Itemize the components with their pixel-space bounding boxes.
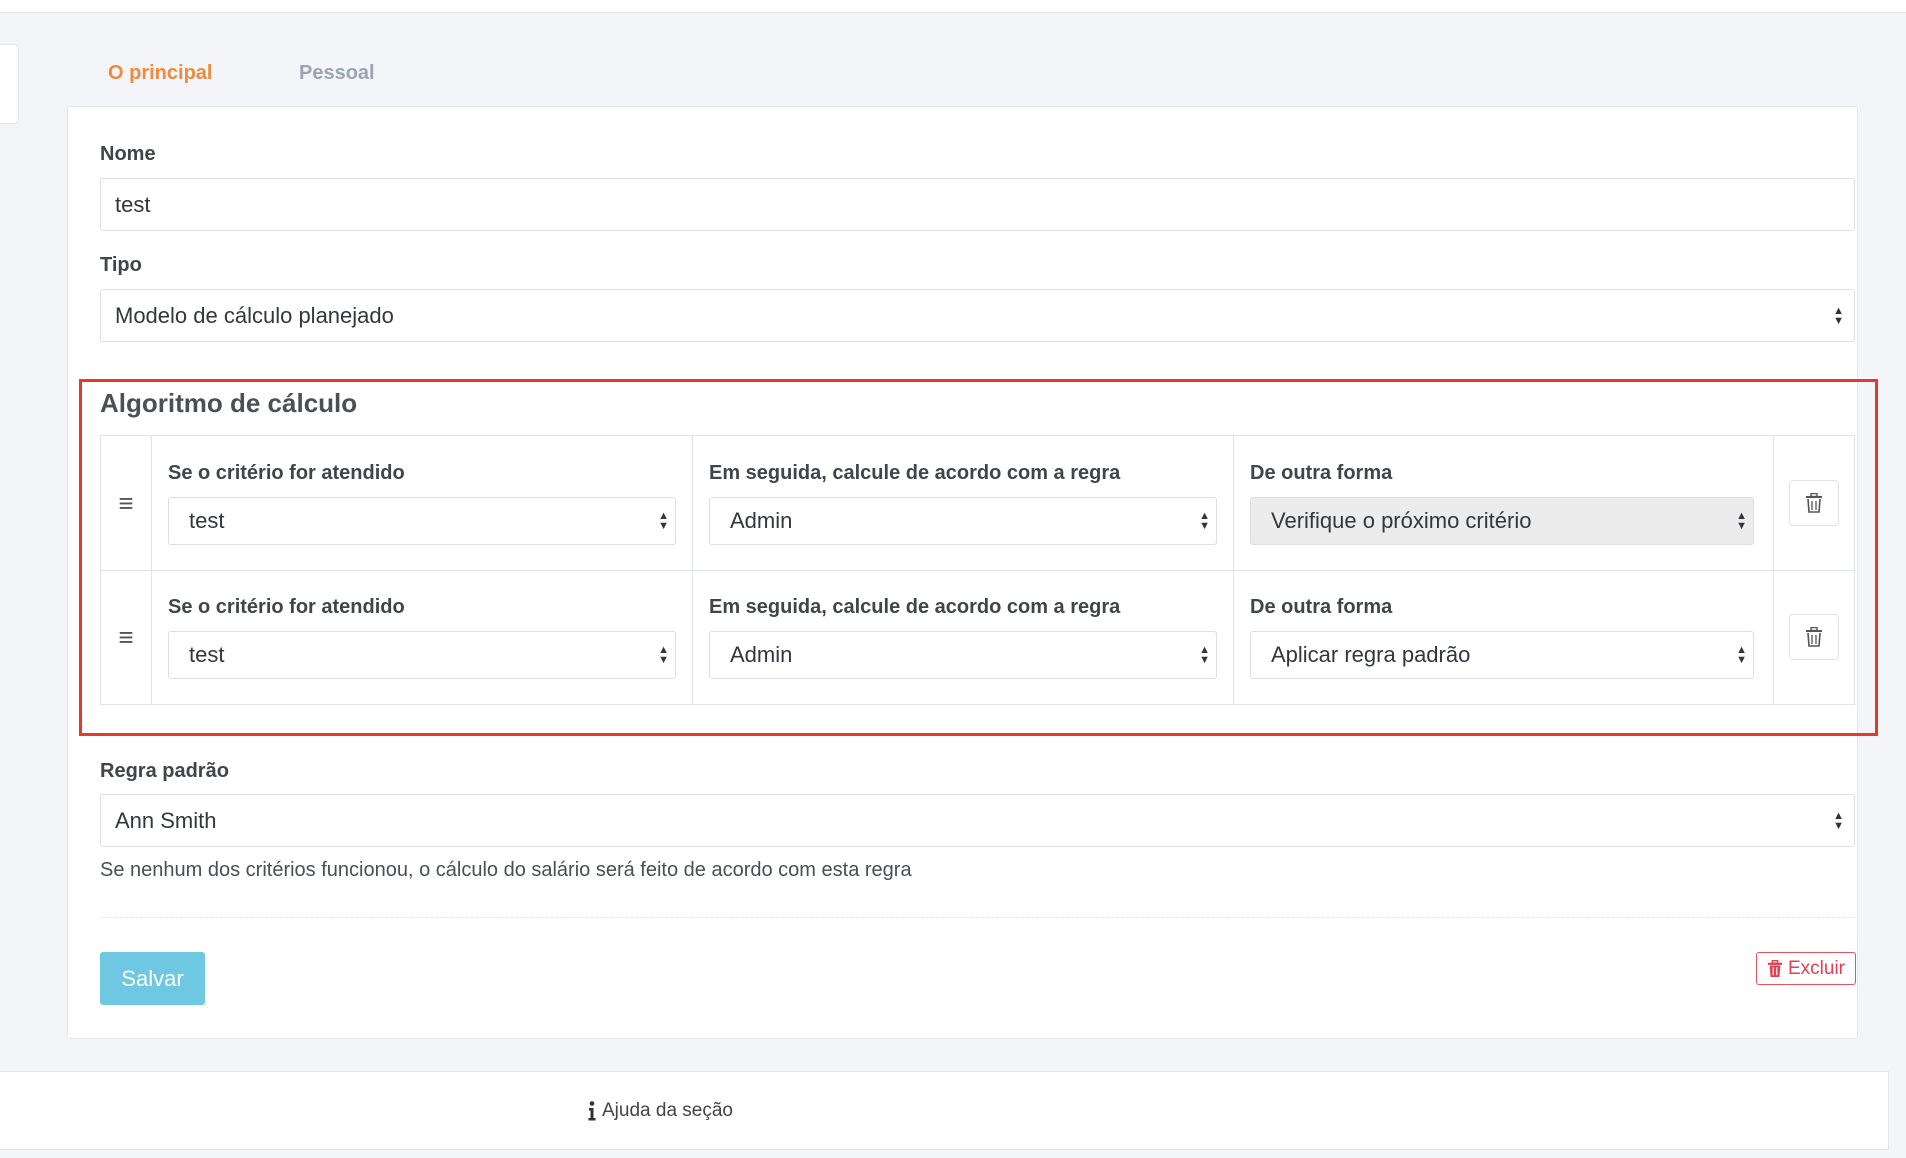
rule-cell: Em seguida, calcule de acordo com a regr… [693,570,1234,704]
criterion-cell: Se o critério for atendido test ▲ ▼ [152,436,693,570]
name-input-value: test [115,191,151,217]
algorithm-row: ≡ Se o critério for atendido test ▲ ▼ Em … [101,570,1854,704]
delete-row-button[interactable] [1789,480,1839,526]
delete-row-button[interactable] [1789,614,1839,660]
delete-button-label: Excluir [1787,957,1845,979]
side-panel-stub [0,44,19,124]
rule-cell: Em seguida, calcule de acordo com a regr… [693,436,1234,570]
select-arrows-icon: ▲ ▼ [1736,510,1747,532]
criterion-select[interactable]: test ▲ ▼ [168,631,676,679]
select-arrows-icon: ▲ ▼ [658,644,669,666]
tab-pessoal[interactable]: Pessoal [299,62,375,85]
criterion-label: Se o critério for atendido [168,596,405,618]
footer-bar: Ajuda da seção [0,1071,1889,1150]
rule-select[interactable]: Admin ▲ ▼ [709,497,1217,545]
otherwise-label: De outra forma [1250,596,1393,618]
criterion-select[interactable]: test ▲ ▼ [168,497,676,545]
default-rule-help: Se nenhum dos critérios funcionou, o cál… [100,859,912,881]
algorithm-row: ≡ Se o critério for atendido test ▲ ▼ Em … [101,436,1854,571]
rule-label: Em seguida, calcule de acordo com a regr… [709,596,1121,618]
select-arrows-icon: ▲ ▼ [1833,304,1844,327]
trash-icon [1767,959,1783,977]
algorithm-title: Algoritmo de cálculo [100,388,358,418]
rule-select[interactable]: Admin ▲ ▼ [709,631,1217,679]
section-help-label: Ajuda da seção [602,1100,733,1121]
otherwise-cell: De outra forma Verifique o próximo crité… [1234,436,1774,570]
type-select[interactable]: Modelo de cálculo planejado ▲ ▼ [100,289,1855,342]
type-select-value: Modelo de cálculo planejado [115,302,394,328]
save-button[interactable]: Salvar [100,952,205,1005]
default-rule-select[interactable]: Ann Smith ▲ ▼ [100,794,1855,847]
default-rule-value: Ann Smith [115,807,217,833]
select-arrows-icon: ▲ ▼ [658,510,669,532]
name-label: Nome [100,143,156,165]
rule-label: Em seguida, calcule de acordo com a regr… [709,462,1121,484]
top-bar [0,0,1906,13]
otherwise-select[interactable]: Aplicar regra padrão ▲ ▼ [1250,631,1754,679]
default-rule-label: Regra padrão [100,760,229,782]
delete-button[interactable]: Excluir [1756,952,1856,985]
name-input[interactable]: test [100,178,1855,231]
otherwise-select-value: Aplicar regra padrão [1271,642,1471,667]
algorithm-table: ≡ Se o critério for atendido test ▲ ▼ Em … [100,435,1855,705]
criterion-select-value: test [189,642,225,667]
otherwise-label: De outra forma [1250,462,1393,484]
drag-handle-icon[interactable]: ≡ [101,570,152,704]
criterion-cell: Se o critério for atendido test ▲ ▼ [152,570,693,704]
otherwise-select-value: Verifique o próximo critério [1271,508,1532,533]
select-arrows-icon: ▲ ▼ [1199,644,1210,666]
criterion-label: Se o critério for atendido [168,462,405,484]
rule-select-value: Admin [730,642,793,667]
trash-icon [1806,627,1822,647]
rule-select-value: Admin [730,508,793,533]
otherwise-select[interactable]: Verifique o próximo critério ▲ ▼ [1250,497,1754,545]
select-arrows-icon: ▲ ▼ [1199,510,1210,532]
otherwise-cell: De outra forma Aplicar regra padrão ▲ ▼ [1234,570,1774,704]
divider [100,917,1855,918]
tab-principal[interactable]: O principal [108,62,212,85]
select-arrows-icon: ▲ ▼ [1736,644,1747,666]
delete-row-cell [1774,436,1854,570]
delete-row-cell [1774,570,1854,704]
section-help-link[interactable]: Ajuda da seção [588,1100,733,1122]
trash-icon [1806,493,1822,513]
drag-handle-icon[interactable]: ≡ [101,436,152,570]
criterion-select-value: test [189,508,225,533]
info-icon [588,1101,596,1121]
select-arrows-icon: ▲ ▼ [1833,809,1844,832]
type-label: Tipo [100,254,142,276]
